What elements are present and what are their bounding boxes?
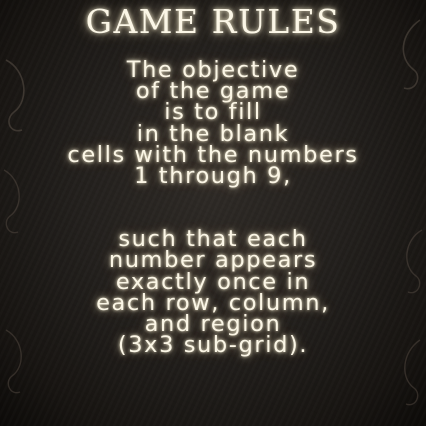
rules-text: The objective of the game is to fill in …: [0, 59, 426, 359]
rules-line: 1 through 9,: [134, 163, 292, 190]
game-rules-panel: GAME RULES The objective of the game is …: [0, 0, 426, 426]
rules-line: (3x3 sub-grid).: [117, 332, 309, 359]
game-rules-title: GAME RULES: [85, 2, 341, 41]
